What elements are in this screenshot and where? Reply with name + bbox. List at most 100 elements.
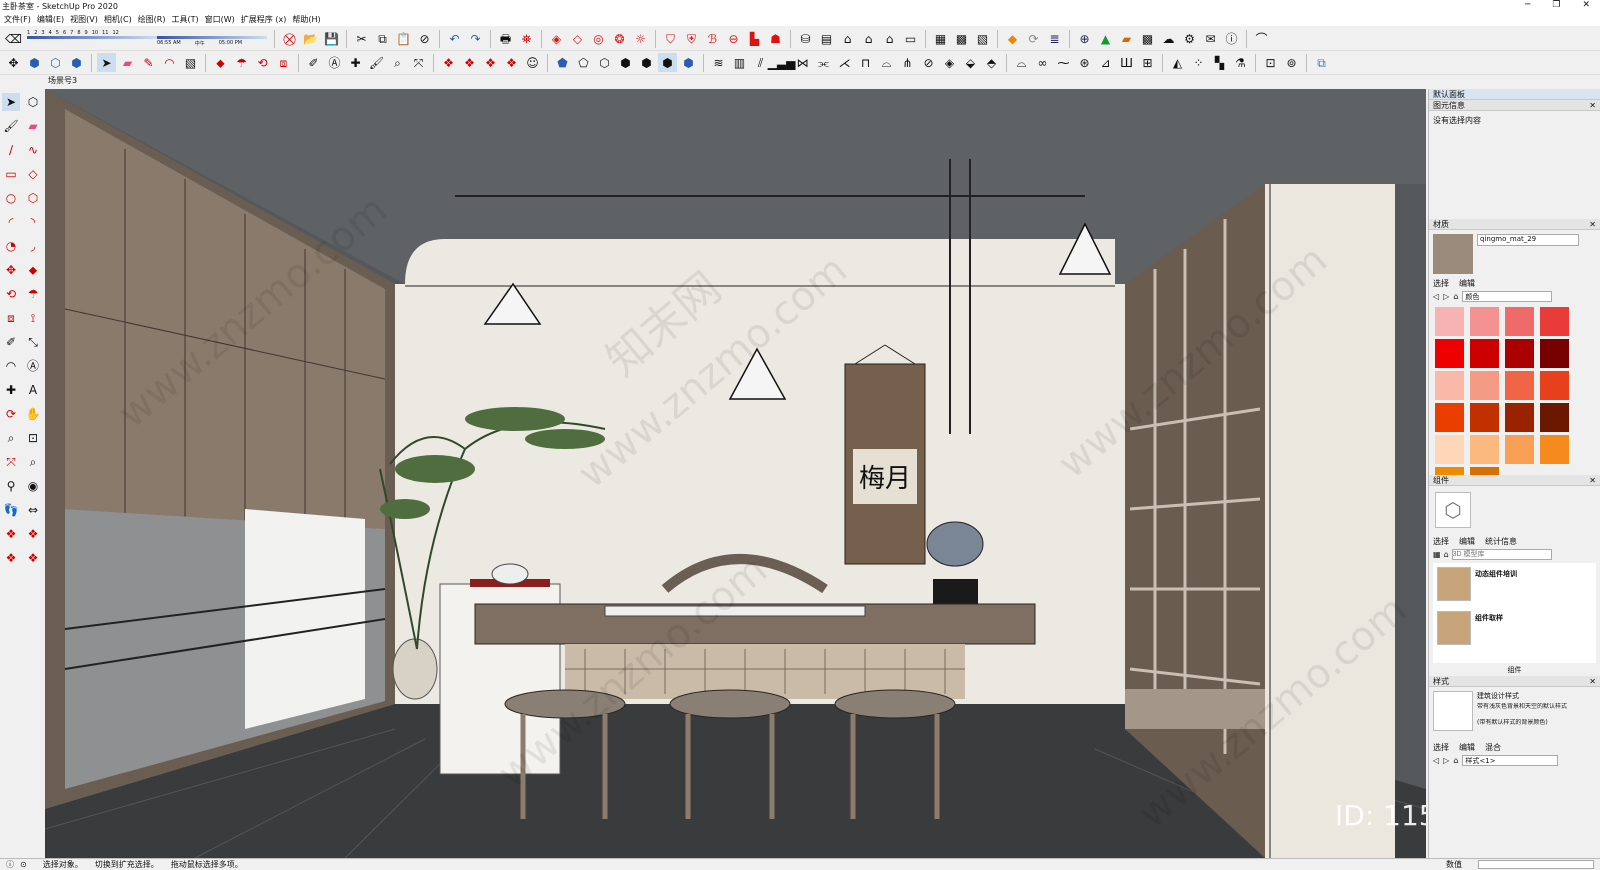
menu-view[interactable]: 视图(V) <box>70 14 98 25</box>
plugin-icon-6[interactable]: ◆ <box>1003 29 1022 48</box>
style-select[interactable]: 样式<1> <box>1462 754 1559 766</box>
style-shaded-icon[interactable]: ⬢ <box>637 53 656 72</box>
tree-icon[interactable]: ▲ <box>1096 29 1115 48</box>
light-icon[interactable]: ☼ <box>631 29 650 48</box>
menu-edit[interactable]: 编辑(E) <box>37 14 64 25</box>
plugin-row2-9[interactable]: ⌓ <box>877 53 896 72</box>
arc-draw-icon[interactable]: ◠ <box>160 53 179 72</box>
materials-tab-edit[interactable]: 编辑 <box>1459 278 1475 289</box>
view-top-icon[interactable]: ⬡ <box>46 53 65 72</box>
style-wire-icon[interactable]: ⬡ <box>595 53 614 72</box>
paint-tool-icon[interactable]: 🖌 <box>2 117 20 135</box>
plugin-icon-4[interactable]: ▙ <box>745 29 764 48</box>
plugin-row2-27[interactable]: ⊚ <box>1282 53 1301 72</box>
materials-header[interactable]: 材质 ✕ <box>1429 219 1600 230</box>
material-category-select[interactable]: 颜色 <box>1462 290 1553 302</box>
plugin-row2-6[interactable]: ⫘ <box>814 53 833 72</box>
plugin-icon-8[interactable]: ▰ <box>1117 29 1136 48</box>
material-swatch[interactable] <box>1470 339 1499 368</box>
plugin-row2-22[interactable]: ◭ <box>1168 53 1187 72</box>
menu-tools[interactable]: 工具(T) <box>172 14 199 25</box>
zoom-icon[interactable]: ⌕ <box>388 53 407 72</box>
plugin-row2-18[interactable]: ⊛ <box>1075 53 1094 72</box>
menu-help[interactable]: 帮助(H) <box>292 14 320 25</box>
circle-tool-icon[interactable]: ○ <box>2 189 20 207</box>
month-slider[interactable] <box>27 35 157 39</box>
styles-forward-icon[interactable]: ▷ <box>1443 756 1449 765</box>
material-swatch[interactable] <box>1470 467 1499 475</box>
plugin-row2-23[interactable]: ⁘ <box>1189 53 1208 72</box>
component-tool-icon[interactable]: ⬡ <box>24 93 42 111</box>
move-tool-icon[interactable]: ✥ <box>2 261 20 279</box>
freehand-tool-icon[interactable]: ∿ <box>24 141 42 159</box>
style-hidden-icon[interactable]: ⬢ <box>616 53 635 72</box>
components-search-input[interactable] <box>1451 548 1552 560</box>
style-mono-icon[interactable]: ⬢ <box>679 53 698 72</box>
pie-tool-icon[interactable]: ◔ <box>2 237 20 255</box>
material-swatch[interactable] <box>1540 307 1569 336</box>
material-swatch[interactable] <box>1435 339 1464 368</box>
ruby-icon-4[interactable]: ❂ <box>610 29 629 48</box>
plugin-row2-1[interactable]: ≋ <box>709 53 728 72</box>
sandbox-icon-3[interactable]: ❖ <box>2 549 20 567</box>
component-icon-4[interactable]: ❖ <box>502 53 521 72</box>
select-icon[interactable]: ➤ <box>97 53 116 72</box>
model-info-icon[interactable]: ⛯ <box>517 29 536 48</box>
component-thumb-1[interactable] <box>1437 567 1471 601</box>
material-swatch[interactable] <box>1540 339 1569 368</box>
arc2-tool-icon[interactable]: ◝ <box>24 213 42 231</box>
view-options-icon[interactable]: ▦ <box>1433 550 1441 559</box>
dimension-tool-icon[interactable]: ⤡ <box>24 333 42 351</box>
mail-icon[interactable]: ✉ <box>1201 29 1220 48</box>
components-tab-stats[interactable]: 统计信息 <box>1485 536 1517 547</box>
3dtext-tool-icon[interactable]: A <box>24 381 42 399</box>
plugin-row2-19[interactable]: ⊿ <box>1096 53 1115 72</box>
material-swatch[interactable] <box>1470 307 1499 336</box>
scene-tab[interactable]: 场景号3 <box>44 75 82 87</box>
eraser-icon[interactable]: ⌫ <box>4 29 23 48</box>
plugin-row2-16[interactable]: ∞ <box>1033 53 1052 72</box>
component-icon-1[interactable]: ❖ <box>439 53 458 72</box>
plugin-row2-20[interactable]: Ш <box>1117 53 1136 72</box>
layout-icon-2[interactable]: ▩ <box>952 29 971 48</box>
orbit-tool-icon[interactable]: ⟳ <box>2 405 20 423</box>
delete-icon[interactable]: ⊘ <box>415 29 434 48</box>
plugin-row2-21[interactable]: ⊞ <box>1138 53 1157 72</box>
house-icon-3[interactable]: ▭ <box>901 29 920 48</box>
zoom-extents-icon[interactable]: ⤧ <box>409 53 428 72</box>
plugin-row2-11[interactable]: ⊘ <box>919 53 938 72</box>
component-item-2[interactable]: 组件取样 <box>1475 613 1503 623</box>
prevview-tool-icon[interactable]: ⌕ <box>24 453 42 471</box>
style-back-icon[interactable]: ⬠ <box>574 53 593 72</box>
shield-icon[interactable]: ⛨ <box>682 29 701 48</box>
follow-me-icon[interactable]: ☂ <box>232 53 251 72</box>
material-swatch[interactable] <box>1505 435 1534 464</box>
copy-icon[interactable]: ⧉ <box>373 29 392 48</box>
plugin-row2-2[interactable]: ▥ <box>730 53 749 72</box>
axes-icon[interactable]: ✚ <box>346 53 365 72</box>
plugin-row2-13[interactable]: ⬙ <box>961 53 980 72</box>
position-camera-icon[interactable]: ⚲ <box>2 477 20 495</box>
plugin-row2-28[interactable]: ⧉ <box>1312 53 1331 72</box>
arc-icon[interactable]: ⌒ <box>1252 29 1271 48</box>
rotrect-tool-icon[interactable]: ◇ <box>24 165 42 183</box>
cloud-icon[interactable]: ☁ <box>1159 29 1178 48</box>
plugin-row2-4[interactable]: ▁▃▅ <box>768 53 796 72</box>
shadow-settings[interactable]: 1 2 3 4 5 6 7 8 9 10 11 12 06:55 AM 中午 05:00 PM <box>27 29 267 49</box>
tape-icon[interactable]: ✐ <box>304 53 323 72</box>
sandbox-icon-1[interactable]: ❖ <box>2 525 20 543</box>
style-xray-icon[interactable]: ⬟ <box>553 53 572 72</box>
move-icon[interactable]: ✥ <box>4 53 23 72</box>
material-swatch[interactable] <box>1505 339 1534 368</box>
ruby-icon-3[interactable]: ◎ <box>589 29 608 48</box>
menu-camera[interactable]: 相机(C) <box>104 14 132 25</box>
zoomext-tool-icon[interactable]: ⤧ <box>2 453 20 471</box>
redo-icon[interactable]: ↷ <box>466 29 485 48</box>
component-item-1[interactable]: 动态组件培训 <box>1475 569 1517 579</box>
model-viewport[interactable]: 梅月 www.znzmo.com www.znzmo.com www.znzmo… <box>45 89 1426 858</box>
lookaround-icon[interactable]: ◉ <box>24 477 42 495</box>
offset-tool-icon[interactable]: ⟟ <box>24 309 42 327</box>
save-icon[interactable]: 💾 <box>322 29 341 48</box>
credits-icon[interactable]: ⊙ <box>20 860 27 869</box>
component-icon-2[interactable]: ❖ <box>460 53 479 72</box>
